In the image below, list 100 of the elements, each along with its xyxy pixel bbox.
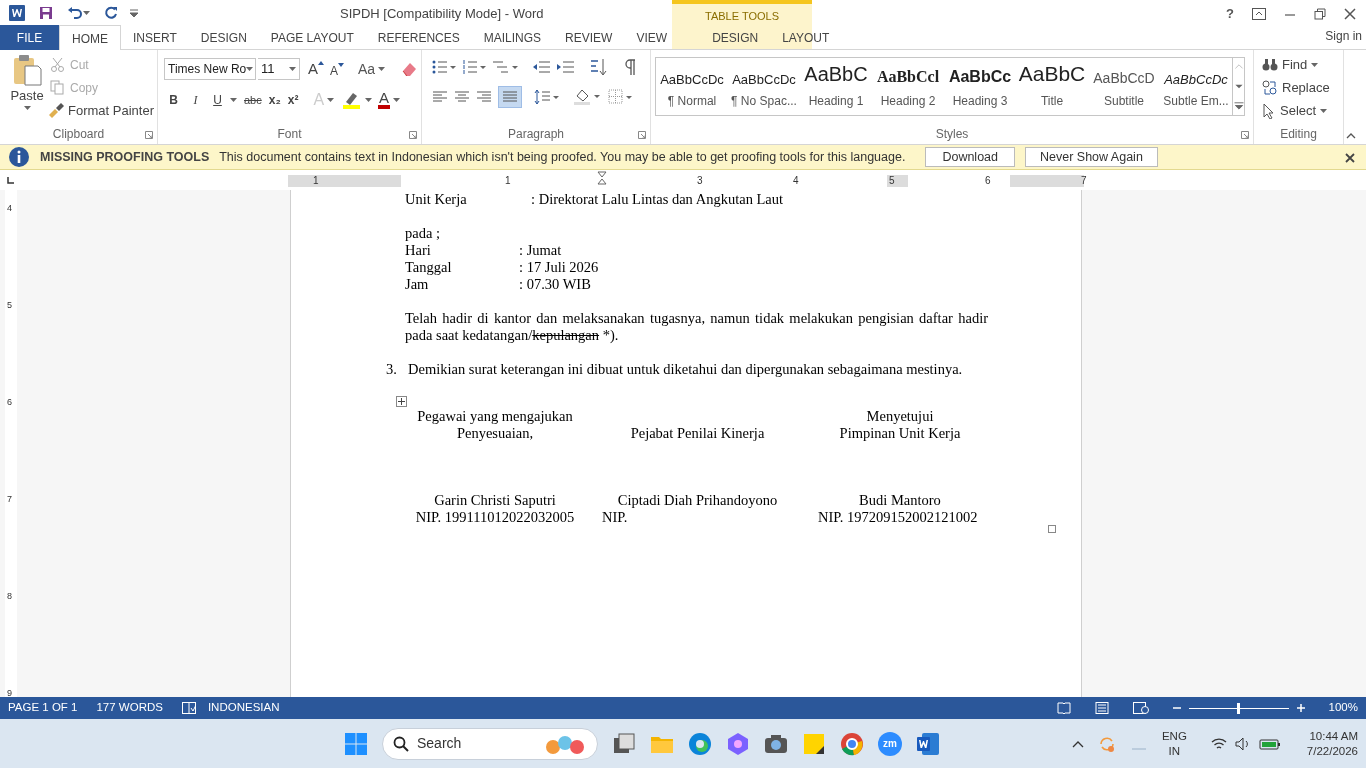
dialog-launcher-icon[interactable] xyxy=(145,131,153,139)
ribbon-tab[interactable]: INSERT xyxy=(121,25,189,50)
start-icon[interactable] xyxy=(344,731,368,756)
undo-icon[interactable] xyxy=(67,5,83,20)
multilevel-list-icon[interactable] xyxy=(492,60,518,74)
ruler-number: 7 xyxy=(1081,174,1087,188)
ribbon-tab[interactable]: PAGE LAYOUT xyxy=(258,25,366,50)
page-count[interactable]: PAGE 1 OF 1 xyxy=(8,699,78,717)
web-layout-icon[interactable] xyxy=(1132,702,1149,714)
zoom-level[interactable]: 100% xyxy=(1328,699,1358,717)
more-styles-icon[interactable] xyxy=(1233,101,1245,110)
taskbar-search-field[interactable]: Search xyxy=(382,727,598,760)
font-color-button[interactable]: A xyxy=(378,91,401,109)
style-item[interactable]: AaBbCcDc ¶ Normal xyxy=(656,58,728,115)
field-value: : 07.30 WIB xyxy=(519,276,591,293)
ribbon-tab[interactable]: HOME xyxy=(59,25,121,51)
ribbon-tab[interactable]: VIEW xyxy=(624,25,680,50)
strikethrough-button[interactable]: abc xyxy=(244,91,262,109)
window-title: SIPDH [Compatibility Mode] - Word xyxy=(340,5,544,23)
ribbon-display-icon[interactable] xyxy=(1252,7,1266,20)
save-icon[interactable] xyxy=(39,5,53,20)
pilcrow-icon[interactable] xyxy=(624,59,636,75)
superscript-button[interactable]: x² xyxy=(287,91,299,109)
font-name-dropdown[interactable]: Times New Ro xyxy=(164,58,256,80)
increase-indent-icon[interactable] xyxy=(556,60,574,74)
ribbon-tab[interactable]: LAYOUT xyxy=(770,25,842,50)
underline-button[interactable]: U xyxy=(208,91,227,109)
customize-menu-icon[interactable] xyxy=(130,8,138,17)
wifi-icon[interactable] xyxy=(1210,736,1227,751)
sort-icon[interactable] xyxy=(590,58,608,76)
scroll-down-icon[interactable] xyxy=(1233,82,1245,91)
close-icon[interactable] xyxy=(1345,153,1355,163)
chrome-icon[interactable] xyxy=(840,731,864,756)
decrease-indent-icon[interactable] xyxy=(532,60,550,74)
copilot-icon[interactable] xyxy=(726,731,750,756)
ribbon-tab[interactable]: DESIGN xyxy=(188,25,259,50)
style-item[interactable]: AaBbCcDc ¶ No Spac... xyxy=(728,58,800,115)
table-resize-handle-icon[interactable] xyxy=(1048,525,1056,533)
select-button[interactable]: Select xyxy=(1262,101,1330,120)
language-indicator[interactable]: INDONESIAN xyxy=(207,699,280,717)
shading-icon[interactable] xyxy=(574,88,602,106)
word-app-icon[interactable] xyxy=(916,731,940,756)
indent-marker-icon[interactable] xyxy=(597,171,607,187)
ribbon-tab[interactable]: DESIGN xyxy=(700,25,771,50)
style-item[interactable]: AaBbC Title xyxy=(1016,58,1088,115)
dialog-launcher-icon[interactable] xyxy=(1241,131,1249,139)
volume-icon[interactable] xyxy=(1234,736,1251,751)
subscript-button[interactable]: x₂ xyxy=(268,91,281,109)
ribbon-tab[interactable]: REFERENCES xyxy=(365,25,472,50)
shrink-font-button[interactable]: A xyxy=(330,59,345,79)
clock[interactable]: 10:44 AM 7/22/2026 xyxy=(1306,728,1358,759)
message-button[interactable]: Never Show Again xyxy=(1025,147,1158,167)
style-item[interactable]: AaBbCc Heading 3 xyxy=(944,58,1016,115)
replace-button[interactable]: Replace xyxy=(1262,78,1330,97)
format-painter-button[interactable]: Format Painter xyxy=(48,101,154,120)
table-move-handle-icon[interactable] xyxy=(396,396,407,407)
task-view-icon[interactable] xyxy=(612,731,636,756)
bold-button[interactable]: B xyxy=(164,91,183,109)
redo-icon[interactable] xyxy=(104,5,118,20)
ribbon-tab[interactable]: FILE xyxy=(0,25,59,50)
close-icon[interactable] xyxy=(1344,7,1356,20)
battery-icon[interactable] xyxy=(1258,737,1281,750)
style-item[interactable]: AaBbCcl Heading 2 xyxy=(872,58,944,115)
highlighter-icon[interactable] xyxy=(343,91,374,109)
line-spacing-icon[interactable] xyxy=(534,89,560,105)
field-value: : Direktorat Lalu Lintas dan Angkutan Laut xyxy=(531,191,784,208)
find-button[interactable]: Find xyxy=(1262,55,1330,74)
eraser-icon[interactable] xyxy=(401,61,418,77)
read-mode-icon[interactable] xyxy=(1056,702,1071,714)
collapse-ribbon-icon[interactable] xyxy=(1346,133,1356,139)
sign-in-link[interactable]: Sign in xyxy=(1325,27,1366,45)
bullets-icon[interactable] xyxy=(432,60,456,74)
tab-selector-icon[interactable] xyxy=(5,175,15,185)
print-layout-icon[interactable] xyxy=(1094,702,1109,714)
ribbon-tab[interactable]: MAILINGS xyxy=(471,25,554,50)
message-button[interactable]: Download xyxy=(925,147,1015,167)
signatory-nip: NIP. 199111012022032005 xyxy=(414,509,576,526)
restore-icon[interactable] xyxy=(1314,7,1326,20)
edge-icon[interactable] xyxy=(688,731,712,756)
word-count[interactable]: 177 WORDS xyxy=(96,699,163,717)
italic-button[interactable]: I xyxy=(186,91,205,109)
zoom-out-icon[interactable] xyxy=(1172,704,1181,712)
borders-icon[interactable] xyxy=(608,89,634,105)
dialog-launcher-icon[interactable] xyxy=(638,131,646,139)
ribbon-tab[interactable]: REVIEW xyxy=(553,25,625,50)
style-item[interactable]: AaBbCcD Subtitle xyxy=(1088,58,1160,115)
zoom-slider-thumb[interactable] xyxy=(1237,702,1241,714)
style-item[interactable]: AaBbCcDc Subtle Em... xyxy=(1160,58,1232,115)
paste-button[interactable]: Paste xyxy=(6,54,48,126)
help-button[interactable]: ? xyxy=(1226,4,1234,24)
font-size-dropdown[interactable]: 11 xyxy=(258,58,300,80)
grow-font-button[interactable]: A xyxy=(308,61,324,77)
sticky-note-icon[interactable] xyxy=(802,731,826,756)
style-item[interactable]: AaBbC Heading 1 xyxy=(800,58,872,115)
change-case-button[interactable]: Aa xyxy=(358,58,386,80)
zoom-in-icon[interactable] xyxy=(1296,704,1305,712)
input-language[interactable]: ENG IN xyxy=(1161,728,1187,759)
chevron-up-icon[interactable] xyxy=(1071,739,1084,748)
proofing-icon[interactable] xyxy=(181,702,196,714)
dialog-launcher-icon[interactable] xyxy=(409,131,417,139)
